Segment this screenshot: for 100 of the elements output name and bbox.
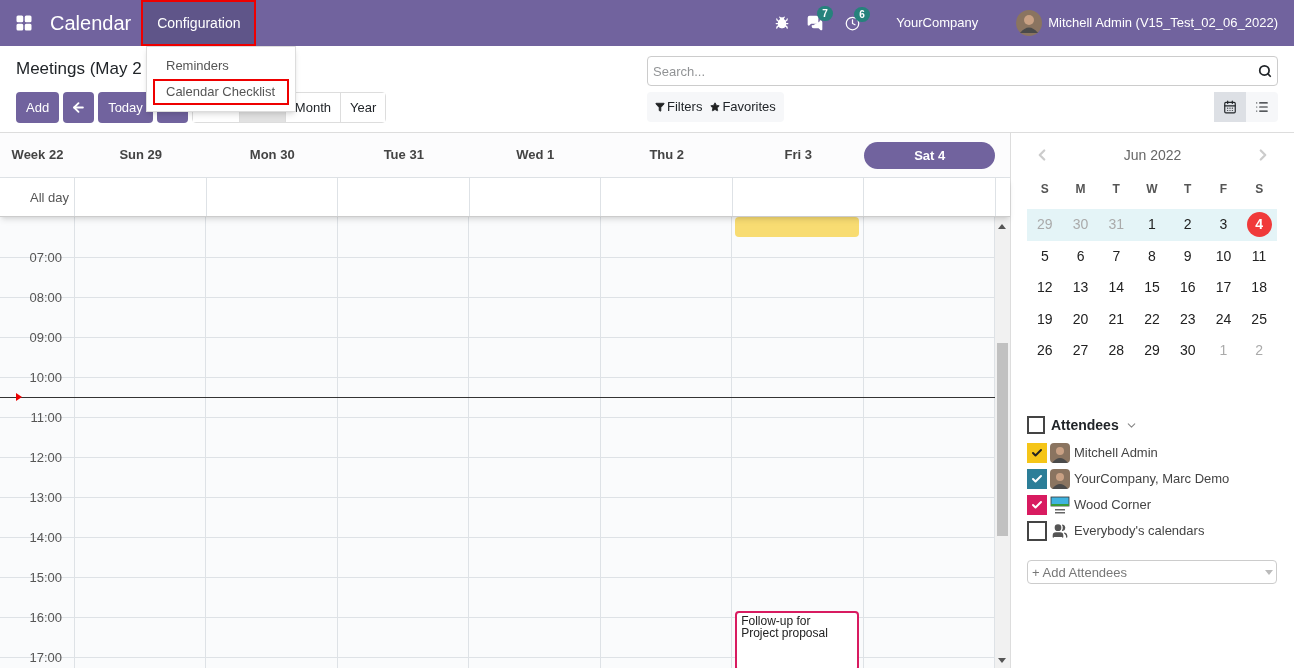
breadcrumb-title: Meetings (May 2	[16, 59, 142, 78]
date-cell[interactable]: 14	[1103, 275, 1129, 301]
weekday-label: M	[1074, 181, 1087, 198]
date-cell[interactable]: 23	[1175, 306, 1201, 332]
date-cell[interactable]: 26	[1032, 338, 1058, 364]
calendar-icon	[1223, 100, 1237, 114]
dropdown-item[interactable]: Reminders	[153, 53, 289, 79]
checkbox[interactable]	[1027, 468, 1047, 489]
date-cell[interactable]: 12	[1032, 275, 1058, 301]
date-cell[interactable]: 27	[1068, 338, 1094, 364]
date-cell[interactable]: 21	[1103, 306, 1129, 332]
logo-icon	[1050, 494, 1070, 515]
date-cell[interactable]: 25	[1246, 306, 1272, 332]
weekday-label: W	[1145, 181, 1159, 198]
weekday-label: F	[1218, 181, 1229, 198]
hour-label: 08:00	[29, 290, 62, 305]
notification-badge: 7	[817, 6, 833, 21]
hour-label: 14:00	[29, 530, 62, 545]
date-cell[interactable]: 2	[1175, 212, 1201, 238]
month-title: Jun 2022	[1123, 145, 1182, 165]
star-icon	[710, 102, 721, 112]
weekday-label: T	[1183, 181, 1193, 198]
date-cell[interactable]: 18	[1246, 275, 1272, 301]
date-cell[interactable]: 1	[1139, 212, 1165, 238]
date-cell[interactable]: 10	[1210, 243, 1236, 269]
date-cell[interactable]: 8	[1139, 243, 1165, 269]
date-cell[interactable]: 30	[1175, 338, 1201, 364]
weekday-label: S	[1254, 181, 1265, 198]
date-cell[interactable]: 6	[1068, 243, 1094, 269]
attendees-title: Attendees	[1051, 415, 1119, 435]
checkbox[interactable]	[1027, 520, 1047, 541]
date-cell[interactable]: 20	[1068, 306, 1094, 332]
apps-menu-icon[interactable]	[15, 14, 33, 32]
all-day-label: All day	[0, 178, 75, 216]
scroll-up-icon[interactable]	[998, 224, 1006, 229]
add-attendees-field[interactable]: + Add Attendees	[1027, 560, 1277, 584]
notification-badge: 6	[854, 6, 870, 22]
date-cell[interactable]: 9	[1175, 243, 1201, 269]
scroll-down-icon[interactable]	[998, 658, 1006, 663]
filters-button[interactable]: Filters	[655, 97, 703, 117]
search-field[interactable]: Search...	[647, 56, 1278, 86]
hour-label: 15:00	[29, 570, 62, 585]
day-header[interactable]: Thu 2	[649, 145, 685, 165]
chat-icon[interactable]	[807, 15, 824, 31]
date-cell[interactable]: 29	[1139, 338, 1165, 364]
weekday-label: S	[1039, 181, 1050, 198]
favorites-button[interactable]: Favorites	[710, 97, 776, 117]
date-cell[interactable]: 11	[1246, 243, 1272, 269]
menu-item[interactable]: Configuration	[141, 0, 257, 46]
calendar-view-button[interactable]	[1214, 92, 1246, 122]
avatar-icon	[1050, 468, 1070, 489]
date-cell[interactable]: 17	[1210, 275, 1236, 301]
search-icon[interactable]	[1258, 64, 1272, 78]
date-cell[interactable]: 19	[1032, 306, 1058, 332]
bug-icon[interactable]	[775, 16, 790, 30]
weekday-label: T	[1111, 181, 1121, 198]
today-button[interactable]: Today	[98, 92, 153, 123]
day-header[interactable]: Wed 1	[516, 145, 555, 165]
checkbox[interactable]	[1027, 442, 1047, 463]
avatar-icon	[1016, 10, 1043, 36]
date-cell[interactable]: 16	[1175, 275, 1201, 301]
date-cell[interactable]: 15	[1139, 275, 1165, 301]
day-header[interactable]: Mon 30	[249, 145, 295, 165]
app-title: Calendar	[50, 11, 132, 36]
date-cell[interactable]: 28	[1103, 338, 1129, 364]
week-number: Week 22	[10, 146, 65, 165]
caret-icon	[1265, 569, 1273, 575]
date-cell[interactable]: 22	[1139, 306, 1165, 332]
day-header[interactable]: Tue 31	[383, 145, 424, 165]
people-icon	[1052, 522, 1068, 539]
date-cell[interactable]: 5	[1032, 243, 1058, 269]
previous-button[interactable]	[63, 92, 95, 123]
day-header[interactable]: Sat 4	[864, 141, 996, 169]
hour-label: 16:00	[29, 610, 62, 625]
scrollbar[interactable]	[995, 217, 1010, 668]
avatar-icon	[1050, 442, 1070, 463]
company-switcher[interactable]: YourCompany	[896, 13, 979, 33]
add-button[interactable]: Add	[16, 92, 60, 123]
hour-label: 09:00	[29, 330, 62, 345]
checkbox[interactable]	[1027, 416, 1045, 434]
date-cell[interactable]: 7	[1103, 243, 1129, 269]
date-cell[interactable]: 24	[1210, 306, 1236, 332]
filter-icon	[655, 102, 665, 112]
list-icon	[1255, 100, 1269, 114]
check-icon	[1031, 446, 1043, 459]
attendee-name: YourCompany, Marc Demo	[1074, 469, 1230, 488]
hour-label: 13:00	[29, 490, 62, 505]
date-cell[interactable]: 13	[1068, 275, 1094, 301]
hour-label: 17:00	[29, 650, 62, 665]
hour-label: 12:00	[29, 450, 62, 465]
view-button[interactable]: Year	[340, 93, 386, 122]
day-header[interactable]: Sun 29	[119, 145, 163, 165]
date-cell[interactable]: 3	[1210, 212, 1236, 238]
day-header[interactable]: Fri 3	[784, 145, 812, 165]
user-menu[interactable]: Mitchell Admin (V15_Test_02_06_2022)	[1048, 13, 1278, 33]
calendar-event[interactable]: Follow-up for Project proposal	[735, 611, 859, 668]
check-icon	[1031, 472, 1043, 485]
attendee-name: Mitchell Admin	[1074, 443, 1158, 462]
checkbox[interactable]	[1027, 494, 1047, 515]
clock-icon[interactable]	[845, 15, 861, 31]
